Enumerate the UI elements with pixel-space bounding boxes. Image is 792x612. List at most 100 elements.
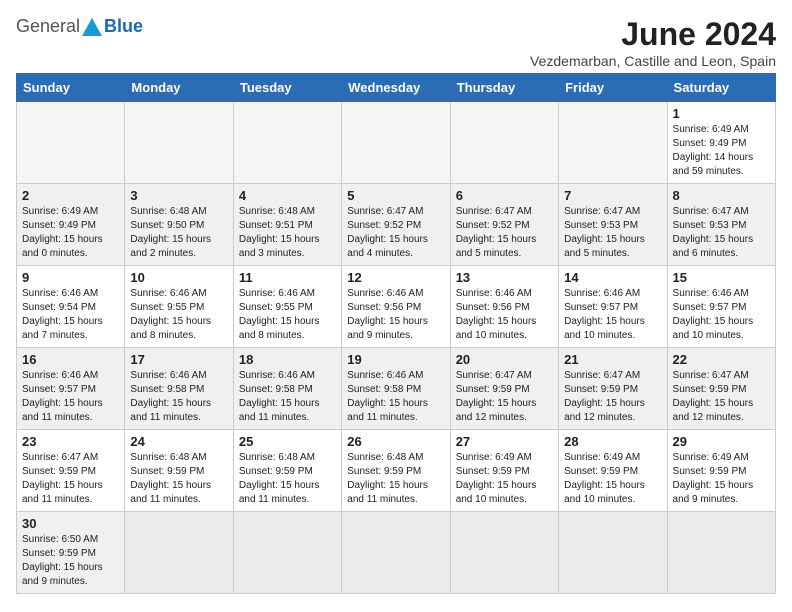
calendar-day-cell <box>450 512 558 594</box>
calendar-table: SundayMondayTuesdayWednesdayThursdayFrid… <box>16 73 776 594</box>
day-info: Sunrise: 6:47 AM Sunset: 9:59 PM Dayligh… <box>564 369 661 425</box>
calendar-day-cell: 5Sunrise: 6:47 AM Sunset: 9:52 PM Daylig… <box>342 184 450 266</box>
calendar-day-cell: 28 Sunrise: 6:49 AM Sunset: 9:59 PM Dayli… <box>559 430 667 512</box>
weekday-header-saturday: Saturday <box>667 74 775 102</box>
day-number: 18 <box>239 352 336 367</box>
day-info: Sunrise: 6:48 AM Sunset: 9:59 PM Dayligh… <box>239 451 336 507</box>
calendar-day-cell: 21 Sunrise: 6:47 AM Sunset: 9:59 PM Dayli… <box>559 348 667 430</box>
calendar-day-cell <box>667 512 775 594</box>
calendar-day-cell: 2 Sunrise: 6:49 AM Sunset: 9:49 PM Daylig… <box>17 184 125 266</box>
day-info: Sunrise: 6:46 AM Sunset: 9:55 PM Dayligh… <box>130 287 227 343</box>
logo-general-text: General <box>16 16 80 37</box>
calendar-day-cell <box>559 102 667 184</box>
day-number: 4 <box>239 188 336 203</box>
day-info: Sunrise: 6:48 AM Sunset: 9:59 PM Dayligh… <box>347 451 444 507</box>
weekday-header-wednesday: Wednesday <box>342 74 450 102</box>
day-info: Sunrise: 6:47 AM Sunset: 9:52 PM Dayligh… <box>347 205 444 261</box>
day-number: 26 <box>347 434 444 449</box>
calendar-day-cell: 9 Sunrise: 6:46 AM Sunset: 9:54 PM Daylig… <box>17 266 125 348</box>
calendar-day-cell <box>559 512 667 594</box>
day-info: Sunrise: 6:47 AM Sunset: 9:53 PM Dayligh… <box>564 205 661 261</box>
day-number: 30 <box>22 516 119 531</box>
calendar-day-cell: 17Sunrise: 6:46 AM Sunset: 9:58 PM Dayli… <box>125 348 233 430</box>
day-number: 24 <box>130 434 227 449</box>
day-number: 1 <box>673 106 770 121</box>
day-info: Sunrise: 6:49 AM Sunset: 9:49 PM Dayligh… <box>673 123 770 179</box>
weekday-header-thursday: Thursday <box>450 74 558 102</box>
day-number: 9 <box>22 270 119 285</box>
day-info: Sunrise: 6:49 AM Sunset: 9:49 PM Dayligh… <box>22 205 119 261</box>
day-info: Sunrise: 6:46 AM Sunset: 9:55 PM Dayligh… <box>239 287 336 343</box>
day-info: Sunrise: 6:46 AM Sunset: 9:54 PM Dayligh… <box>22 287 119 343</box>
calendar-day-cell <box>17 102 125 184</box>
calendar-day-cell <box>233 512 341 594</box>
page-container: General Blue June 2024 Vezdemarban, Cast… <box>16 16 776 594</box>
calendar-day-cell <box>125 102 233 184</box>
calendar-day-cell: 26 Sunrise: 6:48 AM Sunset: 9:59 PM Dayli… <box>342 430 450 512</box>
day-number: 25 <box>239 434 336 449</box>
calendar-day-cell: 10Sunrise: 6:46 AM Sunset: 9:55 PM Dayli… <box>125 266 233 348</box>
day-number: 29 <box>673 434 770 449</box>
day-number: 13 <box>456 270 553 285</box>
day-info: Sunrise: 6:47 AM Sunset: 9:52 PM Dayligh… <box>456 205 553 261</box>
calendar-day-cell: 24 Sunrise: 6:48 AM Sunset: 9:59 PM Dayli… <box>125 430 233 512</box>
calendar-day-cell: 13 Sunrise: 6:46 AM Sunset: 9:56 PM Dayli… <box>450 266 558 348</box>
day-number: 27 <box>456 434 553 449</box>
day-info: Sunrise: 6:46 AM Sunset: 9:56 PM Dayligh… <box>456 287 553 343</box>
calendar-day-cell: 19 Sunrise: 6:46 AM Sunset: 9:58 PM Dayli… <box>342 348 450 430</box>
day-info: Sunrise: 6:47 AM Sunset: 9:53 PM Dayligh… <box>673 205 770 261</box>
calendar-day-cell: 16 Sunrise: 6:46 AM Sunset: 9:57 PM Dayli… <box>17 348 125 430</box>
month-title: June 2024 <box>530 16 776 53</box>
calendar-day-cell: 3 Sunrise: 6:48 AM Sunset: 9:50 PM Daylig… <box>125 184 233 266</box>
calendar-day-cell: 4Sunrise: 6:48 AM Sunset: 9:51 PM Daylig… <box>233 184 341 266</box>
day-number: 16 <box>22 352 119 367</box>
day-number: 12 <box>347 270 444 285</box>
day-number: 3 <box>130 188 227 203</box>
calendar-week-row: 2 Sunrise: 6:49 AM Sunset: 9:49 PM Daylig… <box>17 184 776 266</box>
day-number: 21 <box>564 352 661 367</box>
day-number: 28 <box>564 434 661 449</box>
day-number: 23 <box>22 434 119 449</box>
day-info: Sunrise: 6:49 AM Sunset: 9:59 PM Dayligh… <box>564 451 661 507</box>
day-number: 20 <box>456 352 553 367</box>
day-info: Sunrise: 6:46 AM Sunset: 9:58 PM Dayligh… <box>347 369 444 425</box>
day-number: 14 <box>564 270 661 285</box>
calendar-day-cell: 12 Sunrise: 6:46 AM Sunset: 9:56 PM Dayli… <box>342 266 450 348</box>
calendar-day-cell: 20Sunrise: 6:47 AM Sunset: 9:59 PM Dayli… <box>450 348 558 430</box>
calendar-day-cell: 23Sunrise: 6:47 AM Sunset: 9:59 PM Dayli… <box>17 430 125 512</box>
calendar-day-cell <box>342 512 450 594</box>
calendar-week-row: 16 Sunrise: 6:46 AM Sunset: 9:57 PM Dayli… <box>17 348 776 430</box>
weekday-header-friday: Friday <box>559 74 667 102</box>
calendar-day-cell: 22 Sunrise: 6:47 AM Sunset: 9:59 PM Dayli… <box>667 348 775 430</box>
logo-area: General Blue <box>16 16 143 37</box>
calendar-week-row: 23Sunrise: 6:47 AM Sunset: 9:59 PM Dayli… <box>17 430 776 512</box>
logo-blue-text: Blue <box>104 16 143 37</box>
day-info: Sunrise: 6:48 AM Sunset: 9:50 PM Dayligh… <box>130 205 227 261</box>
location-title: Vezdemarban, Castille and Leon, Spain <box>530 53 776 69</box>
day-number: 8 <box>673 188 770 203</box>
calendar-week-row: 1 Sunrise: 6:49 AM Sunset: 9:49 PM Daylig… <box>17 102 776 184</box>
calendar-day-cell: 1 Sunrise: 6:49 AM Sunset: 9:49 PM Daylig… <box>667 102 775 184</box>
day-info: Sunrise: 6:46 AM Sunset: 9:57 PM Dayligh… <box>22 369 119 425</box>
title-area: June 2024 Vezdemarban, Castille and Leon… <box>530 16 776 69</box>
calendar-day-cell: 14 Sunrise: 6:46 AM Sunset: 9:57 PM Dayli… <box>559 266 667 348</box>
calendar-day-cell: 7Sunrise: 6:47 AM Sunset: 9:53 PM Daylig… <box>559 184 667 266</box>
day-number: 22 <box>673 352 770 367</box>
day-number: 2 <box>22 188 119 203</box>
calendar-week-row: 9 Sunrise: 6:46 AM Sunset: 9:54 PM Daylig… <box>17 266 776 348</box>
day-info: Sunrise: 6:46 AM Sunset: 9:57 PM Dayligh… <box>564 287 661 343</box>
day-info: Sunrise: 6:46 AM Sunset: 9:56 PM Dayligh… <box>347 287 444 343</box>
calendar-day-cell: 6 Sunrise: 6:47 AM Sunset: 9:52 PM Daylig… <box>450 184 558 266</box>
day-info: Sunrise: 6:47 AM Sunset: 9:59 PM Dayligh… <box>673 369 770 425</box>
calendar-day-cell <box>342 102 450 184</box>
day-info: Sunrise: 6:48 AM Sunset: 9:59 PM Dayligh… <box>130 451 227 507</box>
calendar-day-cell: 15Sunrise: 6:46 AM Sunset: 9:57 PM Dayli… <box>667 266 775 348</box>
day-number: 19 <box>347 352 444 367</box>
calendar-day-cell <box>233 102 341 184</box>
day-number: 6 <box>456 188 553 203</box>
calendar-day-cell: 8 Sunrise: 6:47 AM Sunset: 9:53 PM Daylig… <box>667 184 775 266</box>
weekday-header-tuesday: Tuesday <box>233 74 341 102</box>
day-number: 15 <box>673 270 770 285</box>
weekday-header-sunday: Sunday <box>17 74 125 102</box>
day-info: Sunrise: 6:46 AM Sunset: 9:58 PM Dayligh… <box>130 369 227 425</box>
